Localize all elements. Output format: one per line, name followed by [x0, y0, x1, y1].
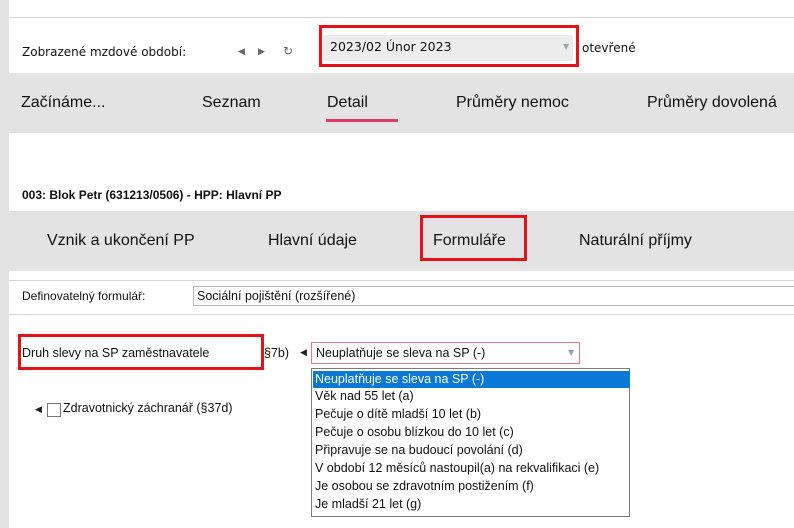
- dropdown-option[interactable]: Připravuje se na budoucí povolání (d): [313, 442, 630, 459]
- nav-tab-zaciname[interactable]: Začínáme...: [21, 94, 105, 112]
- nav-tab-prumery-dovolena[interactable]: Průměry dovolená: [647, 94, 777, 112]
- druh-slevy-dropdown: Neuplatňuje se sleva na SP (-) Věk nad 5…: [311, 368, 630, 517]
- subtab-vznik[interactable]: Vznik a ukončení PP: [47, 232, 195, 250]
- active-tab-indicator: [326, 119, 398, 122]
- dropdown-option[interactable]: Je mladší 21 let (g): [313, 496, 630, 513]
- period-status: otevřené: [582, 41, 636, 55]
- subtab-hlavni-udaje[interactable]: Hlavní údaje: [268, 232, 357, 250]
- top-strip: [9, 0, 794, 17]
- next-period-button[interactable]: ▶: [258, 47, 265, 57]
- dropdown-option[interactable]: Neuplatňuje se sleva na SP (-): [313, 371, 630, 388]
- employee-title: 003: Blok Petr (631213/0506) - HPP: Hlav…: [22, 188, 282, 202]
- period-label: Zobrazené mzdové období:: [22, 45, 187, 59]
- dropdown-option[interactable]: Je osobou se zdravotním postižením (f): [313, 478, 630, 495]
- formulare-highlight-box: [420, 215, 527, 261]
- refresh-icon[interactable]: ↻: [283, 44, 293, 58]
- form-select[interactable]: Sociální pojištění (rozšířené): [193, 286, 794, 306]
- nav-tab-detail[interactable]: Detail: [327, 94, 368, 112]
- nav-tab-seznam[interactable]: Seznam: [202, 94, 261, 112]
- triangle-left-icon[interactable]: ◀: [300, 348, 307, 358]
- zachranar-label: Zdravotnický záchranář (§37d): [63, 401, 233, 415]
- period-highlight-box: [319, 25, 579, 67]
- form-label: Definovatelný formulář:: [22, 289, 146, 303]
- dropdown-option[interactable]: Věk nad 55 let (a): [313, 388, 630, 405]
- druh-slevy-combobox[interactable]: Neuplatňuje se sleva na SP (-): [311, 342, 580, 364]
- combo-chevron-down-icon[interactable]: ▼: [568, 348, 574, 357]
- prev-period-button[interactable]: ◀: [238, 47, 245, 57]
- window-left-border: [0, 0, 9, 528]
- dropdown-option[interactable]: Pečuje o osobu blízkou do 10 let (c): [313, 424, 630, 441]
- dropdown-option[interactable]: Pečuje o dítě mladší 10 let (b): [313, 406, 630, 423]
- triangle-left-icon[interactable]: ◀: [35, 405, 42, 415]
- zachranar-checkbox[interactable]: [47, 403, 61, 417]
- dropdown-option[interactable]: V období 12 měsíců nastoupil(a) na rekva…: [313, 460, 630, 477]
- paragraph-label: §7b): [264, 346, 290, 360]
- nav-tab-prumery-nemoc[interactable]: Průměry nemoc: [456, 94, 569, 112]
- subtab-naturalni-prijmy[interactable]: Naturální příjmy: [579, 232, 692, 250]
- druh-slevy-highlight-box: [18, 334, 264, 370]
